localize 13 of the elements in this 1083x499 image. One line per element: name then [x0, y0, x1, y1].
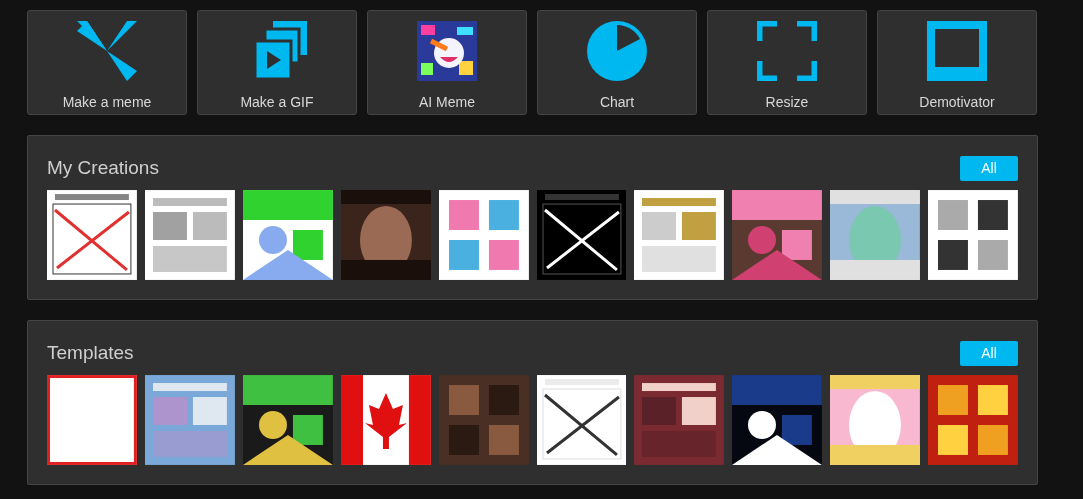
frame-icon [927, 21, 987, 81]
robot-face-icon [417, 21, 477, 81]
pie-chart-icon [587, 21, 647, 81]
section-title: My Creations [47, 155, 159, 180]
tool-button[interactable]: Chart [537, 10, 697, 115]
tool-button[interactable]: Resize [707, 10, 867, 115]
pinwheel-icon [77, 21, 137, 81]
fullscreen-icon [757, 21, 817, 81]
tool-button[interactable]: AI Meme [367, 10, 527, 115]
section-title: Templates [47, 340, 134, 365]
tool-button[interactable]: Make a meme [27, 10, 187, 115]
tool-button[interactable]: Make a GIF [197, 10, 357, 115]
tool-button[interactable]: Demotivator [877, 10, 1037, 115]
